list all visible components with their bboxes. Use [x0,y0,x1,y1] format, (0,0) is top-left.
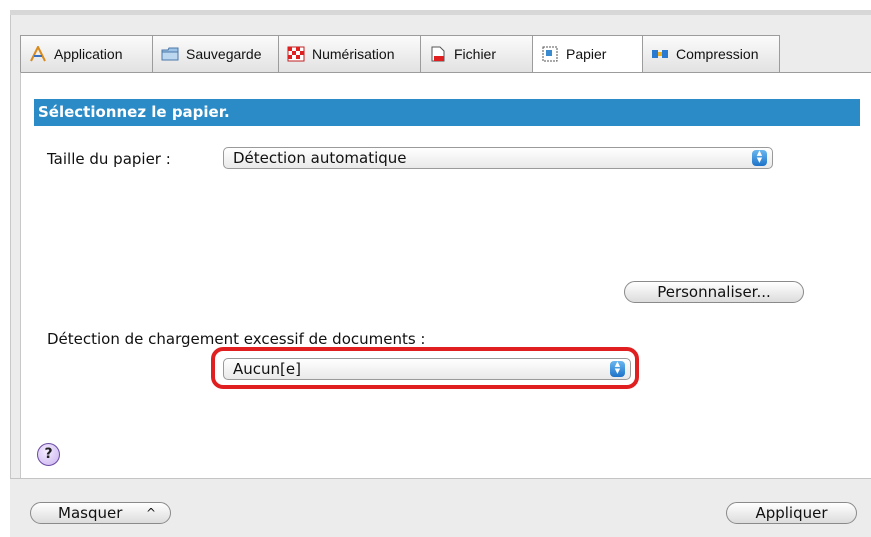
tab-papier[interactable]: Papier [532,35,643,72]
chevron-up-icon: ^ [145,506,156,520]
tab-application-label: Application [54,46,123,62]
tab-fichier[interactable]: Fichier [420,35,533,72]
hide-button[interactable]: Masquer ^ [30,502,171,524]
tab-compression[interactable]: Compression [642,35,780,72]
compression-icon [651,46,669,62]
popup-arrows-icon: ▲ ▼ [752,150,767,166]
scan-icon [287,46,305,62]
overload-detection-label: Détection de chargement excessif de docu… [47,330,426,348]
tab-papier-label: Papier [566,46,607,62]
hide-button-label: Masquer [58,504,123,522]
tab-bar: Application Sauvegarde Numérisation Fich… [20,20,780,72]
application-icon [29,44,47,62]
highlight-outline [211,347,639,389]
file-icon [429,46,447,62]
tab-application[interactable]: Application [20,35,153,72]
paper-size-label: Taille du papier : [47,150,171,168]
help-button[interactable]: ? [37,443,60,466]
tab-numerisation-label: Numérisation [312,46,395,62]
customize-button[interactable]: Personnaliser... [624,281,804,303]
tab-numerisation[interactable]: Numérisation [278,35,421,72]
tab-content-panel [20,72,871,478]
paper-size-select[interactable]: Détection automatique ▲ ▼ [223,147,773,169]
apply-button[interactable]: Appliquer [726,502,857,524]
folder-icon [161,46,179,62]
tab-sauvegarde-label: Sauvegarde [186,46,262,62]
tab-sauvegarde[interactable]: Sauvegarde [152,35,279,72]
section-title: Sélectionnez le papier. [34,99,860,126]
paper-icon [541,46,559,62]
tab-compression-label: Compression [676,46,759,62]
tab-fichier-label: Fichier [454,46,497,62]
paper-size-value: Détection automatique [233,149,407,167]
